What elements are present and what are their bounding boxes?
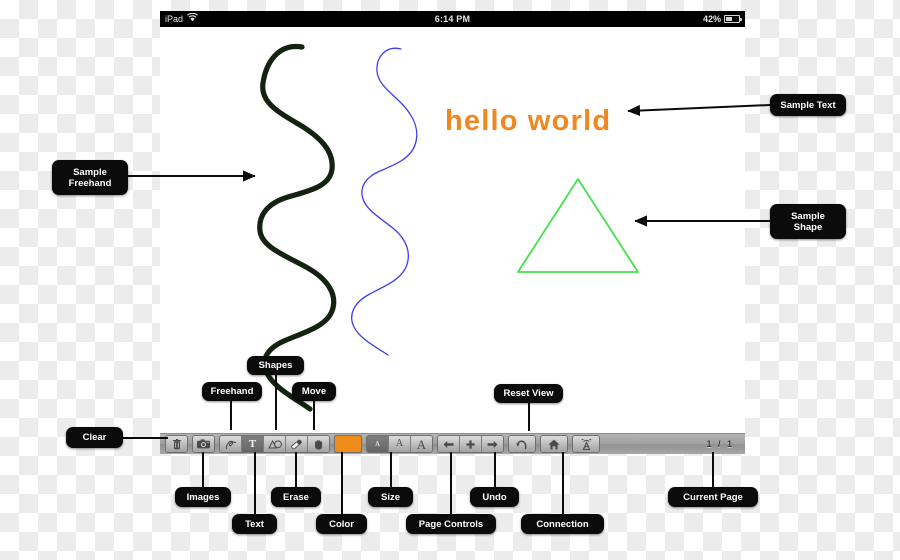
toolbar-group-connection bbox=[572, 435, 600, 453]
callout-move: Move bbox=[292, 382, 336, 401]
leader-clear bbox=[122, 437, 168, 439]
broadcast-tower-icon bbox=[580, 438, 593, 450]
callout-reset-view: Reset View bbox=[494, 384, 563, 403]
leader-connection bbox=[562, 452, 564, 514]
letter-a-large-icon: A bbox=[416, 436, 427, 452]
callout-size: Size bbox=[368, 487, 413, 507]
callout-erase: Erase bbox=[271, 487, 321, 507]
leader-shapes bbox=[275, 375, 277, 430]
page-add-button[interactable] bbox=[460, 436, 482, 452]
leader-move bbox=[313, 400, 315, 430]
ios-status-bar: iPad 6:14 PM 42% bbox=[160, 11, 745, 27]
squiggle-icon bbox=[225, 439, 237, 450]
callout-page-controls: Page Controls bbox=[406, 514, 496, 534]
clear-button[interactable] bbox=[166, 436, 187, 452]
eraser-icon bbox=[290, 439, 303, 450]
undo-arrow-icon bbox=[516, 439, 528, 450]
images-button[interactable] bbox=[193, 436, 214, 452]
toolbar-group-size: A A A bbox=[366, 435, 433, 453]
freehand-stroke-dark bbox=[257, 43, 337, 412]
leader-current-page bbox=[712, 452, 714, 488]
callout-current-page: Current Page bbox=[668, 487, 758, 507]
toolbar-group-images bbox=[192, 435, 215, 453]
callout-sample-text: Sample Text bbox=[770, 94, 846, 116]
move-tool-button[interactable] bbox=[308, 436, 329, 452]
reset-view-button[interactable] bbox=[541, 436, 567, 452]
erase-tool-button[interactable] bbox=[286, 436, 308, 452]
toolbar-group-undo bbox=[508, 435, 536, 453]
battery-percent-label: 42% bbox=[702, 14, 721, 24]
callout-shapes: Shapes bbox=[247, 356, 304, 375]
text-tool-button[interactable]: T bbox=[242, 436, 264, 452]
leader-undo bbox=[494, 452, 496, 488]
plus-icon bbox=[466, 439, 475, 449]
callout-text: Text bbox=[232, 514, 277, 534]
letter-a-small-icon: A bbox=[374, 439, 381, 448]
arrow-right-icon bbox=[487, 440, 498, 449]
callout-clear: Clear bbox=[66, 427, 123, 448]
toolbar-group-page-controls bbox=[437, 435, 504, 453]
size-medium-button[interactable]: A bbox=[389, 436, 411, 452]
callout-sample-freehand: Sample Freehand bbox=[52, 160, 128, 195]
freehand-tool-button[interactable] bbox=[220, 436, 242, 452]
hand-icon bbox=[313, 439, 324, 450]
page-previous-button[interactable] bbox=[438, 436, 460, 452]
leader-freehand bbox=[230, 400, 232, 430]
shape-triangle bbox=[517, 178, 639, 273]
letter-a-medium-icon: A bbox=[395, 438, 404, 449]
trash-icon bbox=[172, 438, 181, 450]
toolbar-group-clear bbox=[165, 435, 188, 453]
battery-icon bbox=[724, 15, 742, 23]
text-object-hello-world[interactable]: hello world bbox=[445, 105, 611, 138]
callout-color: Color bbox=[316, 514, 367, 534]
undo-button[interactable] bbox=[509, 436, 535, 452]
toolbar-group-tools: T bbox=[219, 435, 330, 453]
leader-images bbox=[202, 452, 204, 488]
page-next-button[interactable] bbox=[482, 436, 503, 452]
arrow-left-icon bbox=[443, 440, 454, 449]
camera-icon bbox=[197, 439, 210, 449]
leader-reset-view bbox=[528, 403, 530, 431]
leader-color bbox=[341, 452, 343, 514]
shapes-icon bbox=[267, 439, 282, 449]
callout-connection: Connection bbox=[521, 514, 604, 534]
status-bar-clock: 6:14 PM bbox=[434, 14, 471, 24]
shapes-tool-button[interactable] bbox=[264, 436, 286, 452]
leader-page-controls bbox=[450, 452, 452, 514]
callout-undo: Undo bbox=[470, 487, 519, 507]
home-icon bbox=[548, 439, 560, 450]
color-button[interactable] bbox=[334, 435, 362, 453]
callout-sample-shape: Sample Shape bbox=[770, 204, 846, 239]
leader-text bbox=[254, 452, 256, 514]
size-large-button[interactable]: A bbox=[411, 436, 432, 452]
leader-size bbox=[390, 452, 392, 488]
page-indicator: 1 / 1 bbox=[706, 439, 734, 449]
freehand-stroke-blue bbox=[351, 47, 418, 356]
text-t-icon: T bbox=[248, 437, 257, 450]
size-small-button[interactable]: A bbox=[367, 436, 389, 452]
callout-images: Images bbox=[175, 487, 231, 507]
callout-freehand: Freehand bbox=[202, 382, 262, 401]
leader-erase bbox=[295, 452, 297, 488]
status-bar-right: 42% bbox=[702, 11, 742, 27]
app-toolbar: T A A A 1 / 1 bbox=[160, 433, 745, 454]
connection-button[interactable] bbox=[573, 436, 599, 452]
toolbar-group-reset-view bbox=[540, 435, 568, 453]
